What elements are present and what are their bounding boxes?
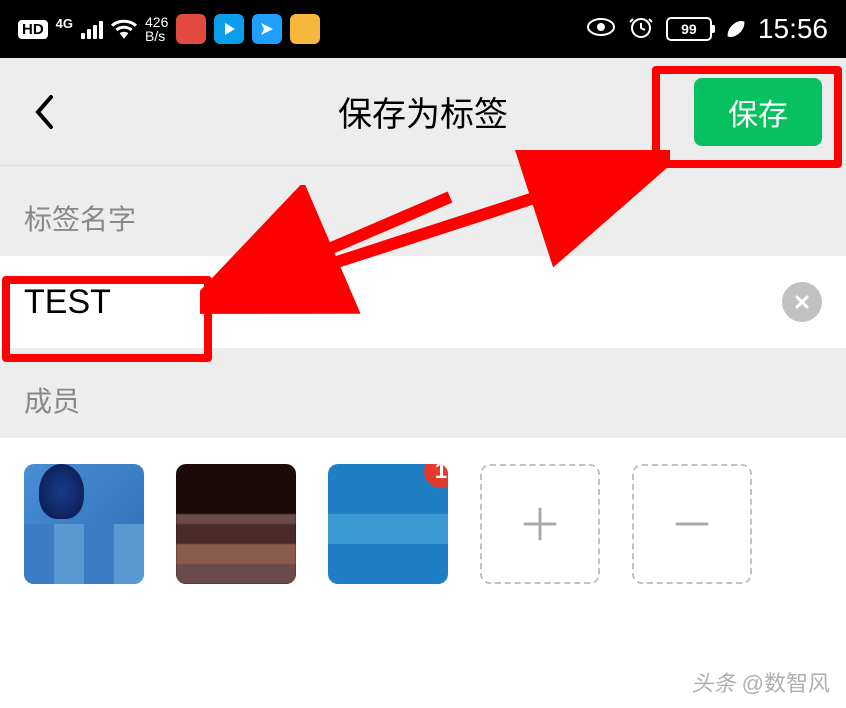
app-icon-3 [252,14,282,44]
app-icon-1 [176,14,206,44]
watermark-prefix: 头条 [692,671,736,696]
status-right: 99 15:56 [586,13,828,45]
save-button[interactable]: 保存 [694,78,822,146]
status-left: HD 4G 426 B/s [18,14,320,44]
network-speed: 426 B/s [145,15,168,43]
remove-member-button[interactable] [632,464,752,584]
members-label: 成员 [0,348,846,438]
battery-level: 99 [681,21,697,37]
nav-header: 保存为标签 保存 [0,58,846,166]
clock-time: 15:56 [758,13,828,45]
member-avatar-1[interactable] [24,464,144,584]
member-avatar-2[interactable] [176,464,296,584]
tag-name-row [0,256,846,348]
members-grid: 1 [0,438,846,610]
eye-icon [586,17,616,42]
back-button[interactable] [24,92,64,132]
signal-icon [81,19,103,39]
member-avatar-3[interactable]: 1 [328,464,448,584]
hd-badge: HD [18,20,48,39]
page-title: 保存为标签 [338,87,508,136]
add-member-button[interactable] [480,464,600,584]
watermark: 头条 @数智风 [692,666,830,698]
alarm-icon [628,14,654,45]
app-icon-2 [214,14,244,44]
app-icon-4 [290,14,320,44]
status-bar: HD 4G 426 B/s [0,0,846,58]
leaf-icon [724,18,746,40]
tag-name-input[interactable] [24,283,782,322]
battery-icon: 99 [666,17,712,41]
wifi-icon [111,19,137,39]
clear-input-button[interactable] [782,282,822,322]
tag-name-label: 标签名字 [0,166,846,256]
network-type: 4G [56,16,73,31]
watermark-handle: @数智风 [742,671,830,696]
notification-badge: 1 [424,464,448,488]
